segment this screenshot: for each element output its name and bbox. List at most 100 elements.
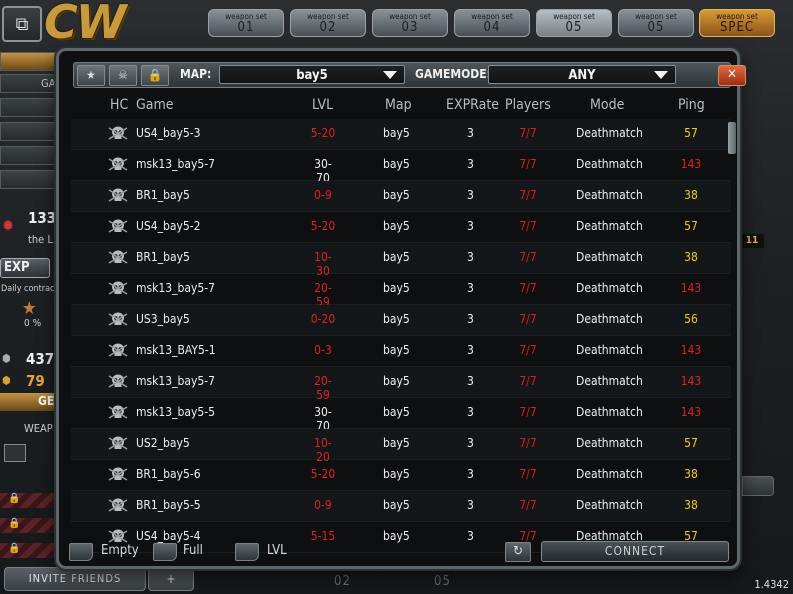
col-exprate[interactable]: EXPRate [446, 97, 499, 113]
sidebar-tab-6[interactable] [0, 170, 62, 189]
weapon-set-tab-5[interactable]: weapon set 05 [536, 9, 612, 37]
skull-icon [108, 404, 128, 421]
cell-ping: 57 [684, 436, 698, 450]
daily-contract-label: Daily contrac [1, 284, 55, 294]
weapon-set-number: 02 [319, 20, 337, 35]
ge-button[interactable]: GE [0, 393, 60, 411]
private-filter-button[interactable]: 🔒 [141, 65, 169, 86]
favorites-filter-button[interactable]: ★ [77, 65, 105, 86]
cell-mode: Deathmatch [576, 126, 643, 140]
cell-mode: Deathmatch [576, 467, 643, 481]
cell-map: bay5 [383, 250, 410, 264]
weapon-set-tab-6[interactable]: weapon set 05 [618, 9, 694, 37]
bottom-bar: Empty Full LVL ↻ CONNECT [69, 538, 733, 564]
contract-percent: 0 % [24, 318, 42, 329]
cell-ping: 56 [684, 312, 698, 326]
cell-mode: Deathmatch [576, 405, 643, 419]
col-game[interactable]: Game [136, 97, 174, 113]
bottom-tab-02[interactable]: 02 [334, 574, 351, 589]
hardcore-filter-button[interactable]: ☠ [109, 65, 137, 86]
invite-friends-button[interactable]: INVITE FRIENDS [4, 567, 146, 591]
map-select-value: bay5 [296, 68, 328, 83]
sidebar-tab-5[interactable] [0, 146, 62, 165]
scrollbar-thumb[interactable] [728, 122, 736, 154]
table-row[interactable]: msk13_bay5-7 20-59 bay5 3 7/7 Deathmatch 143 [71, 367, 731, 402]
server-table: HC Game LVL Map EXPRate Players Mode Pin… [71, 93, 736, 553]
sidebar-ga-label: GA [41, 77, 56, 90]
weapon-set-tab-3[interactable]: weapon set 03 [372, 9, 448, 37]
cell-mode: Deathmatch [576, 188, 643, 202]
locked-slot-1: 🔒 [0, 493, 56, 508]
cell-players: 7/7 [519, 374, 537, 388]
table-row[interactable]: msk13_BAY5-1 0-3 bay5 3 7/7 Deathmatch 143 [71, 336, 731, 367]
weapon-set-number: 04 [483, 20, 501, 35]
cell-exprate: 3 [467, 374, 474, 388]
cell-map: bay5 [383, 219, 410, 233]
gp-icon: ⬢ [2, 374, 11, 387]
cell-players: 7/7 [519, 250, 537, 264]
refresh-icon: ↻ [513, 544, 523, 559]
chevron-down-icon [383, 71, 397, 79]
full-checkbox[interactable] [153, 543, 177, 561]
refresh-button[interactable]: ↻ [505, 542, 531, 562]
table-row[interactable]: BR1_bay5 0-9 bay5 3 7/7 Deathmatch 38 [71, 181, 731, 212]
close-icon: ✕ [727, 67, 737, 82]
cell-players: 7/7 [519, 436, 537, 450]
table-row[interactable]: BR1_bay5 10-30 bay5 3 7/7 Deathmatch 38 [71, 243, 731, 278]
cell-lvl: 5-20 [310, 467, 336, 481]
add-friend-button[interactable]: + [148, 567, 194, 591]
weapon-set-tab-4[interactable]: weapon set 04 [454, 9, 530, 37]
close-button[interactable]: ✕ [718, 65, 746, 86]
skull-icon [108, 497, 128, 514]
external-link-button[interactable]: ⧉ [2, 6, 42, 42]
table-row[interactable]: msk13_bay5-5 30-70 bay5 3 7/7 Deathmatch 143 [71, 398, 731, 433]
lvl-checkbox[interactable] [235, 543, 259, 561]
table-row[interactable]: US3_bay5 0-20 bay5 3 7/7 Deathmatch 56 [71, 305, 731, 336]
col-hc[interactable]: HC [110, 97, 128, 113]
cell-lvl: 0-9 [314, 498, 332, 512]
col-lvl[interactable]: LVL [312, 97, 333, 113]
col-players[interactable]: Players [505, 97, 551, 113]
col-map[interactable]: Map [385, 97, 412, 113]
table-row[interactable]: msk13_bay5-7 20-59 bay5 3 7/7 Deathmatch 143 [71, 274, 731, 309]
scrollbar[interactable] [728, 119, 736, 529]
cell-game: US2_bay5 [136, 436, 190, 450]
empty-checkbox[interactable] [69, 543, 93, 561]
cell-map: bay5 [383, 157, 410, 171]
col-mode[interactable]: Mode [590, 97, 624, 113]
table-row[interactable]: US4_bay5-3 5-20 bay5 3 7/7 Deathmatch 57 [71, 119, 731, 150]
save-icon[interactable] [4, 444, 26, 462]
sidebar-tab-1[interactable] [0, 52, 62, 71]
lock-icon: 🔒 [8, 493, 21, 504]
weapon-set-tab-2[interactable]: weapon set 02 [290, 9, 366, 37]
ge-label: GE [38, 394, 55, 408]
weapon-set-tab-7[interactable]: weapon set SPEC [699, 9, 775, 37]
gamemode-select[interactable]: ANY [488, 65, 676, 84]
sidebar-tab-4[interactable] [0, 122, 62, 141]
map-select[interactable]: bay5 [219, 65, 405, 84]
cell-mode: Deathmatch [576, 219, 643, 233]
table-row[interactable]: BR1_bay5-6 5-20 bay5 3 7/7 Deathmatch 38 [71, 460, 731, 491]
sidebar-tab-ga[interactable]: GA [0, 74, 62, 93]
cell-mode: Deathmatch [576, 436, 643, 450]
skull-icon [108, 156, 128, 173]
bottom-tab-05[interactable]: 05 [434, 574, 451, 589]
sidebar-tab-3[interactable] [0, 98, 62, 117]
table-row[interactable]: US4_bay5-2 5-20 bay5 3 7/7 Deathmatch 57 [71, 212, 731, 243]
table-row[interactable]: BR1_bay5-5 0-9 bay5 3 7/7 Deathmatch 38 [71, 491, 731, 522]
star-icon: ★ [86, 68, 96, 82]
cell-game: US4_bay5-2 [136, 219, 201, 233]
cell-ping: 143 [680, 374, 702, 388]
right-side-bar[interactable] [742, 476, 774, 496]
table-row[interactable]: US2_bay5 10-20 bay5 3 7/7 Deathmatch 57 [71, 429, 731, 464]
exp-button[interactable]: EXP [0, 258, 50, 278]
table-row[interactable]: msk13_bay5-7 30-70 bay5 3 7/7 Deathmatch 143 [71, 150, 731, 185]
cell-map: bay5 [383, 498, 410, 512]
col-ping[interactable]: Ping [678, 97, 705, 113]
locked-slot-2: 🔒 [0, 518, 56, 533]
connect-button[interactable]: CONNECT [541, 541, 729, 562]
weapon-set-tab-1[interactable]: weapon set 01 [208, 9, 284, 37]
cell-ping: 143 [680, 405, 702, 419]
skull-icon [108, 218, 128, 235]
skull-icon [108, 187, 128, 204]
